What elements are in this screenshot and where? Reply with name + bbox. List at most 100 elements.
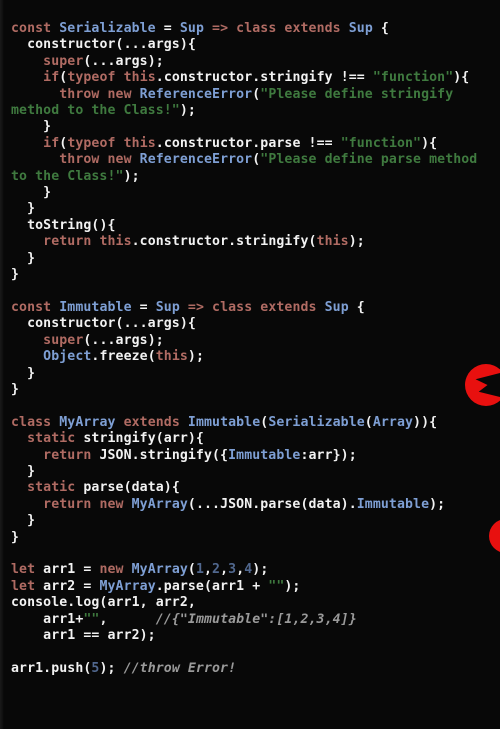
code-token: class bbox=[236, 21, 277, 36]
code-token: extends bbox=[123, 414, 180, 430]
code-line: } bbox=[0, 201, 500, 217]
code-line: const Serializable = Sup => class extend… bbox=[0, 21, 500, 37]
code-token: Object bbox=[43, 349, 92, 365]
code-line: } bbox=[0, 382, 500, 398]
code-line: return new MyArray(...JSON.parse(data).I… bbox=[0, 497, 500, 513]
code-token: let bbox=[11, 562, 36, 578]
code-line: } bbox=[0, 119, 500, 135]
code-token: arr1.push( bbox=[11, 660, 92, 676]
code-token: "" bbox=[83, 611, 100, 627]
code-token: Serializable bbox=[59, 21, 156, 36]
code-token: this bbox=[123, 135, 156, 151]
code-token: if bbox=[43, 70, 60, 86]
code-token: new bbox=[99, 496, 124, 512]
code-line: arr1+"", //{"Immutable":[1,2,3,4]} bbox=[0, 612, 500, 628]
code-line: super(...args); bbox=[0, 333, 500, 349]
code-token: return bbox=[43, 234, 92, 250]
code-token: constructor(...args){ bbox=[11, 37, 196, 53]
code-token: super bbox=[43, 332, 84, 348]
code-token: ); bbox=[179, 103, 196, 119]
code-token: toString(){ bbox=[11, 217, 116, 233]
code-line: static parse(data){ bbox=[0, 480, 500, 496]
code-token: this bbox=[316, 234, 349, 250]
code-line: Object.freeze(this); bbox=[0, 349, 500, 365]
code-token: , bbox=[99, 611, 156, 627]
code-token: Serializable bbox=[268, 414, 365, 430]
code-token: 2 bbox=[212, 562, 221, 578]
editor-gutter-edge bbox=[0, 0, 4, 729]
code-line: super(...args); bbox=[0, 54, 500, 70]
code-token: } bbox=[11, 201, 36, 217]
code-token: arr1 = bbox=[35, 562, 100, 578]
code-token: (...JSON.parse(data). bbox=[187, 496, 357, 512]
code-token: Sup bbox=[179, 21, 204, 36]
code-token: )){ bbox=[413, 414, 438, 430]
code-token: { bbox=[372, 21, 389, 36]
code-token: parse(data){ bbox=[75, 480, 180, 496]
code-line: arr1 == arr2); bbox=[0, 628, 500, 644]
code-line: constructor(...args){ bbox=[0, 316, 500, 332]
code-token: :arr}); bbox=[300, 447, 357, 463]
code-token: ); bbox=[99, 660, 124, 676]
code-token: Sup bbox=[324, 299, 349, 315]
code-line: throw new ReferenceError("Please define … bbox=[0, 152, 500, 185]
code-token: (...args); bbox=[83, 53, 164, 69]
code-line: } bbox=[0, 185, 500, 201]
code-token: = bbox=[131, 299, 156, 315]
code-line: throw new ReferenceError("Please define … bbox=[0, 87, 500, 120]
code-token: ); bbox=[187, 349, 205, 365]
code-token: throw bbox=[59, 152, 100, 168]
code-token: } bbox=[11, 529, 20, 545]
code-token: MyArray bbox=[131, 562, 188, 578]
code-token: typeof bbox=[67, 135, 116, 151]
code-token: arr1 == arr2); bbox=[11, 627, 156, 643]
code-token: //{"Immutable":[1,2,3,4]} bbox=[155, 611, 357, 627]
code-line: let arr1 = new MyArray(1,2,3,4); bbox=[0, 562, 500, 578]
code-token: class bbox=[212, 299, 253, 315]
code-token: = bbox=[155, 21, 180, 36]
code-token: , bbox=[220, 562, 229, 578]
code-token: extends bbox=[284, 21, 341, 36]
code-token: MyArray bbox=[59, 414, 116, 430]
code-token: super bbox=[43, 53, 84, 69]
code-line: } bbox=[0, 464, 500, 480]
code-token: throw bbox=[59, 86, 100, 102]
code-token: Immutable bbox=[187, 414, 261, 430]
code-line: arr1.push(5); //throw Error! bbox=[0, 661, 500, 677]
code-token: static bbox=[27, 480, 76, 496]
logo-notch bbox=[475, 373, 500, 397]
code-token: constructor(...args){ bbox=[11, 316, 196, 332]
code-line: constructor(...args){ bbox=[0, 37, 500, 53]
code-token: new bbox=[99, 562, 124, 578]
code-token: } bbox=[11, 185, 52, 201]
code-token: new bbox=[107, 152, 132, 168]
code-token: "function" bbox=[340, 135, 422, 151]
code-token: } bbox=[11, 250, 36, 266]
code-token: ); bbox=[348, 234, 365, 250]
code-token: this bbox=[99, 234, 132, 250]
code-line: } bbox=[0, 530, 500, 546]
code-token: ReferenceError bbox=[139, 86, 253, 102]
code-line: const Immutable = Sup => class extends S… bbox=[0, 300, 500, 316]
code-token: ); bbox=[123, 168, 140, 184]
code-token: ( bbox=[364, 414, 373, 430]
code-token: const bbox=[11, 299, 52, 315]
